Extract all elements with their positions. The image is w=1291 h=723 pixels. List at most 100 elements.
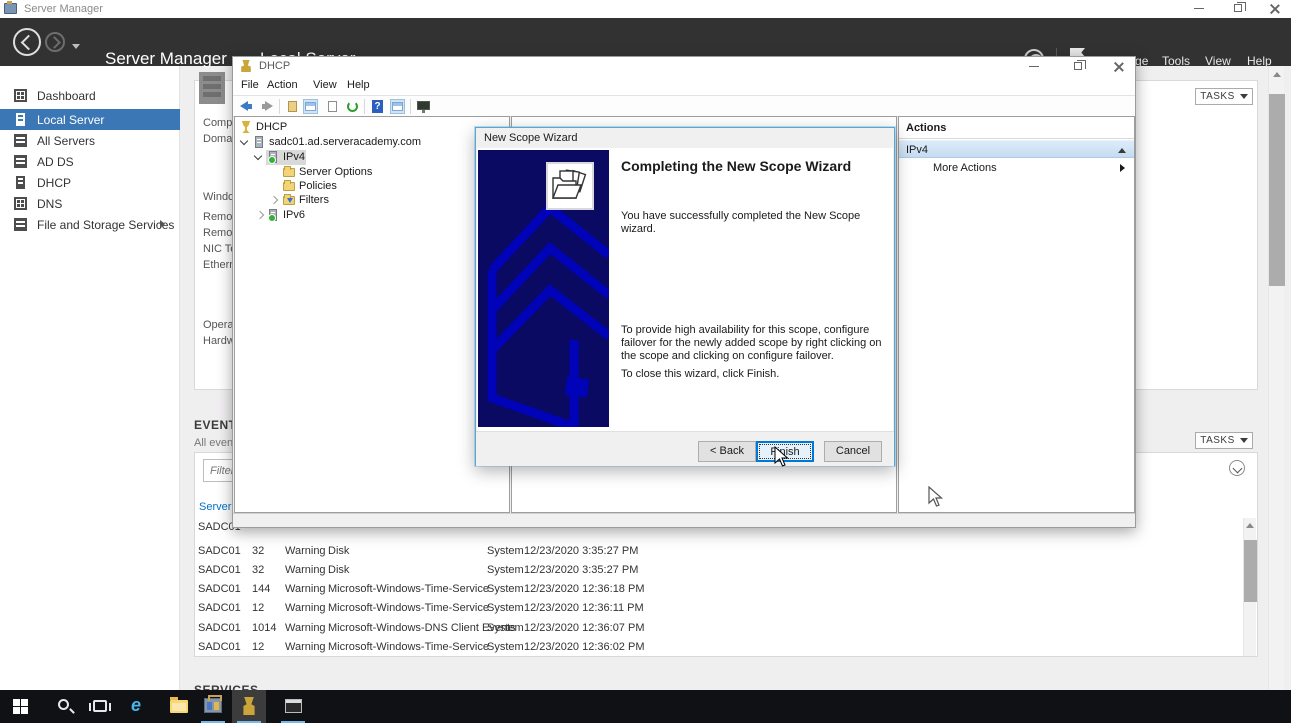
prop-label: Domai: [203, 133, 235, 145]
mouse-cursor-outline: [928, 486, 944, 508]
dhcp-restore-button[interactable]: [1061, 58, 1095, 75]
events-tasks-button[interactable]: TASKS: [1195, 432, 1253, 449]
event-row[interactable]: SADC01 12 Warning Microsoft-Windows-Time…: [0, 600, 1040, 619]
tree-expander-expanded-icon[interactable]: [254, 152, 262, 160]
main-scrollbar[interactable]: [1268, 66, 1284, 690]
dhcp-menu-file[interactable]: File: [241, 79, 259, 91]
new-window-icon[interactable]: [390, 99, 405, 114]
menu-view[interactable]: View: [1205, 54, 1231, 68]
tree-item-ipv4[interactable]: IPv4: [233, 150, 503, 165]
monitor-icon[interactable]: [416, 99, 431, 114]
task-view-icon: [93, 700, 107, 712]
nav-dropdown-icon[interactable]: [72, 44, 80, 49]
console-window-icon: [285, 699, 302, 713]
restore-button[interactable]: [1221, 0, 1255, 17]
file-storage-icon: [14, 218, 27, 231]
wizard-close-text: To close this wizard, click Finish.: [621, 368, 889, 381]
events-scrollbar-thumb[interactable]: [1244, 540, 1257, 602]
local-server-icon: [16, 113, 25, 126]
dhcp-taskbar-button[interactable]: [232, 690, 266, 723]
dhcp-menu-help[interactable]: Help: [347, 79, 370, 91]
properties-tasks-button[interactable]: TASKS: [1195, 88, 1253, 105]
dhcp-window-title: DHCP: [259, 60, 290, 72]
ipv4-node-icon: [269, 151, 277, 163]
event-row[interactable]: SADC01 144 Warning Microsoft-Windows-Tim…: [0, 581, 1040, 600]
tree-expander-collapsed-icon[interactable]: [256, 211, 264, 219]
wizard-titlebar[interactable]: New Scope Wizard: [476, 128, 894, 148]
collapse-group-icon[interactable]: [1118, 148, 1126, 153]
dns-icon: [14, 197, 27, 210]
internet-explorer-button[interactable]: e: [124, 690, 158, 723]
dhcp-menubar: File Action View Help: [233, 76, 1135, 96]
close-button[interactable]: [1257, 0, 1291, 17]
events-collapse-button[interactable]: [1229, 460, 1245, 476]
policies-folder-icon: [283, 182, 295, 191]
wizard-heading: Completing the New Scope Wizard: [621, 158, 883, 175]
scroll-up-icon[interactable]: [1273, 72, 1281, 77]
wizard-title: New Scope Wizard: [484, 132, 578, 144]
dhcp-titlebar[interactable]: DHCP: [233, 57, 1135, 76]
tree-item-ipv6[interactable]: IPv6: [233, 208, 503, 223]
minimize-icon: [1194, 8, 1204, 9]
dhcp-close-button[interactable]: [1101, 58, 1135, 75]
sidebar-item-ad-ds[interactable]: AD DS: [0, 151, 180, 172]
tree-expander-collapsed-icon[interactable]: [270, 196, 278, 204]
show-console-tree-icon[interactable]: [303, 99, 318, 114]
wizard-button-bar: < Back Finish Cancel: [476, 431, 894, 466]
events-scrollbar[interactable]: [1243, 518, 1256, 656]
screen: Server Manager Server Manager Local Serv…: [0, 0, 1291, 723]
tree-item-server[interactable]: sadc01.ad.serveracademy.com: [233, 135, 503, 150]
expand-right-icon: [160, 220, 165, 228]
all-servers-icon: [14, 134, 27, 147]
event-row[interactable]: SADC01 1014 Warning Microsoft-Windows-DN…: [0, 620, 1040, 639]
sidebar-item-local-server[interactable]: Local Server: [0, 109, 180, 130]
server-manager-taskbar-button[interactable]: [196, 690, 230, 723]
events-column-header-server[interactable]: Server: [199, 501, 231, 513]
tree-item-dhcp-root[interactable]: DHCP: [233, 120, 503, 135]
file-explorer-button[interactable]: [162, 690, 196, 723]
minimize-button[interactable]: [1183, 0, 1217, 17]
event-row[interactable]: SADC01 32 Warning Disk System 12/23/2020…: [0, 562, 1040, 581]
start-button[interactable]: [4, 690, 38, 723]
back-button[interactable]: [13, 28, 41, 56]
task-view-button[interactable]: [84, 690, 118, 723]
sidebar-item-file-storage[interactable]: File and Storage Services: [0, 214, 180, 235]
sidebar-item-all-servers[interactable]: All Servers: [0, 130, 180, 151]
sidebar-item-dhcp[interactable]: DHCP: [0, 172, 180, 193]
scroll-up-icon[interactable]: [1246, 523, 1254, 528]
tree-item-policies[interactable]: Policies: [233, 179, 503, 194]
wizard-body: Completing the New Scope Wizard You have…: [477, 148, 893, 431]
back-button-wizard[interactable]: < Back: [698, 441, 756, 462]
forward-arrow-icon[interactable]: [259, 99, 274, 114]
event-row[interactable]: SADC01 32 Warning Disk System 12/23/2020…: [0, 543, 1040, 562]
back-arrow-icon[interactable]: [239, 99, 254, 114]
forward-button[interactable]: [45, 32, 65, 52]
actions-pane-title: Actions: [906, 122, 946, 134]
tree-item-server-options[interactable]: Server Options: [233, 165, 503, 180]
server-options-folder-icon: [283, 168, 295, 177]
tree-expander-expanded-icon[interactable]: [240, 137, 248, 145]
actions-more-actions[interactable]: More Actions: [899, 158, 1134, 176]
dhcp-console-icon: [241, 697, 257, 715]
sidebar-item-dashboard[interactable]: Dashboard: [0, 85, 180, 106]
properties-icon[interactable]: [325, 99, 340, 114]
sidebar-item-dns[interactable]: DNS: [0, 193, 180, 214]
dhcp-menu-view[interactable]: View: [313, 79, 337, 91]
main-scrollbar-thumb[interactable]: [1269, 94, 1285, 286]
refresh-toolbar-icon[interactable]: [345, 99, 360, 114]
help-toolbar-icon[interactable]: ?: [370, 99, 385, 114]
tree-item-filters[interactable]: Filters: [233, 193, 503, 208]
cancel-button-wizard[interactable]: Cancel: [824, 441, 882, 462]
export-list-icon[interactable]: [285, 99, 300, 114]
search-button[interactable]: [48, 690, 82, 723]
dashboard-icon: [14, 89, 27, 102]
dhcp-minimize-button[interactable]: [1018, 58, 1052, 75]
prop-label: Opera: [203, 319, 234, 331]
console-window-taskbar-button[interactable]: [276, 690, 310, 723]
menu-tools[interactable]: Tools: [1162, 54, 1190, 68]
server-manager-icon: [204, 698, 222, 713]
event-row[interactable]: SADC01 12 Warning Microsoft-Windows-Time…: [0, 639, 1040, 658]
dhcp-menu-action[interactable]: Action: [267, 79, 298, 91]
actions-group-ipv4[interactable]: IPv4: [899, 140, 1134, 158]
submenu-right-icon: [1120, 164, 1125, 172]
